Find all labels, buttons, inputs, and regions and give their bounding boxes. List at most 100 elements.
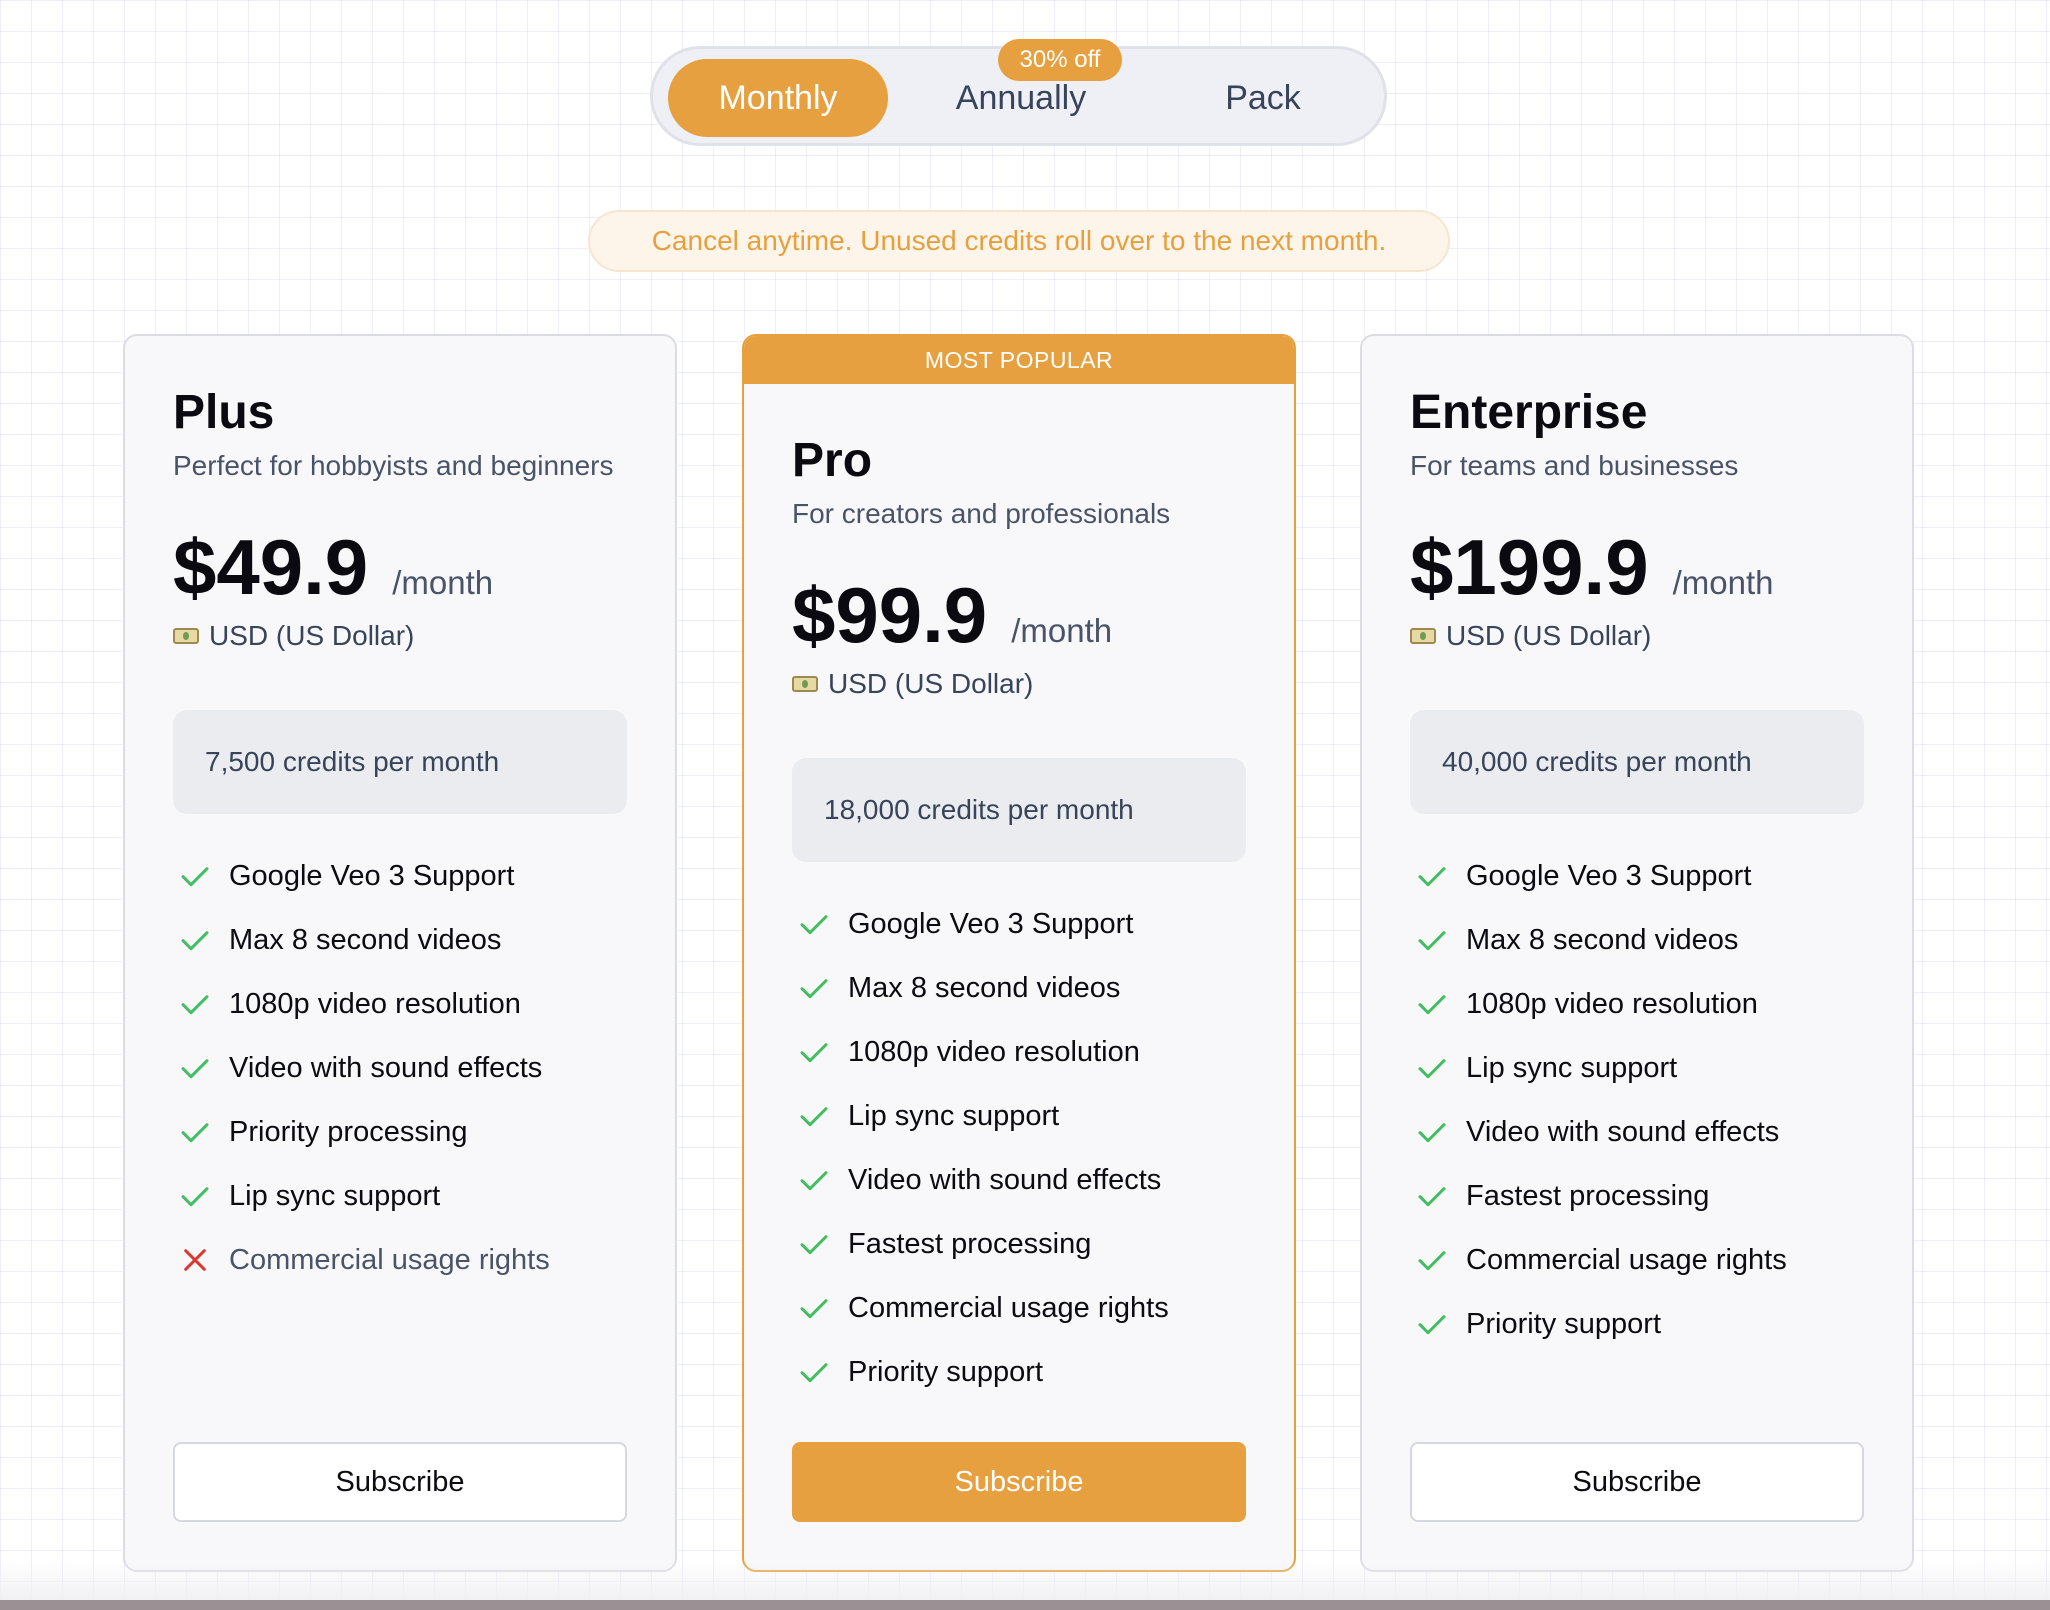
dollar-banknote-icon — [792, 676, 818, 692]
plan-card-body: Enterprise For teams and businesses $199… — [1410, 384, 1864, 1356]
currency-text: USD (US Dollar) — [209, 620, 415, 651]
feature-label: Max 8 second videos — [229, 923, 502, 956]
currency-text: USD (US Dollar) — [1446, 620, 1652, 651]
feature-item: Commercial usage rights — [173, 1228, 627, 1292]
feature-item: Google Veo 3 Support — [173, 844, 627, 908]
plan-name: Plus — [173, 386, 275, 439]
price-row: $199.9 /month — [1410, 524, 1864, 610]
plan-description: For teams and businesses — [1410, 450, 1739, 481]
check-icon — [1418, 1059, 1446, 1079]
most-popular-banner: MOST POPULAR — [744, 336, 1294, 384]
plan-card-body: Plus Perfect for hobbyists and beginners… — [173, 384, 627, 1292]
feature-label: Lip sync support — [229, 1179, 441, 1212]
feature-item: Google Veo 3 Support — [1410, 844, 1864, 908]
feature-label: Max 8 second videos — [848, 971, 1121, 1004]
feature-item: Fastest processing — [792, 1212, 1246, 1276]
check-icon — [800, 1043, 828, 1063]
feature-item: Fastest processing — [1410, 1164, 1864, 1228]
plan-period: /month — [1672, 564, 1774, 601]
subscribe-button-enterprise[interactable]: Subscribe — [1410, 1442, 1864, 1522]
currency-text: USD (US Dollar) — [828, 668, 1034, 699]
feature-label: Max 8 second videos — [1466, 923, 1739, 956]
plan-name: Enterprise — [1410, 386, 1648, 439]
feature-label: Commercial usage rights — [229, 1243, 550, 1276]
feature-label: 1080p video resolution — [848, 1035, 1140, 1068]
feature-label: Commercial usage rights — [848, 1291, 1169, 1324]
feature-list: Google Veo 3 Support Max 8 second videos 1… — [792, 892, 1246, 1404]
check-icon — [800, 915, 828, 935]
feature-label: 1080p video resolution — [229, 987, 521, 1020]
plan-period: /month — [392, 564, 494, 601]
plan-price: $99.9 — [792, 571, 988, 659]
feature-label: 1080p video resolution — [1466, 987, 1758, 1020]
bottom-fade — [0, 1560, 2050, 1600]
feature-label: Fastest processing — [848, 1227, 1092, 1260]
currency-label: USD (US Dollar) — [1410, 620, 1864, 652]
close-icon — [184, 1249, 206, 1271]
price-row: $99.9 /month — [792, 572, 1246, 658]
feature-label: Priority support — [848, 1355, 1044, 1388]
check-icon — [800, 1363, 828, 1383]
toggle-monthly[interactable]: Monthly — [668, 59, 888, 137]
feature-item: Commercial usage rights — [1410, 1228, 1864, 1292]
credits-box: 7,500 credits per month — [173, 710, 627, 814]
feature-item: Max 8 second videos — [1410, 908, 1864, 972]
billing-toggle: Monthly Annually Pack 30% off — [650, 39, 1387, 146]
feature-item: Max 8 second videos — [173, 908, 627, 972]
check-icon — [1418, 931, 1446, 951]
check-icon — [1418, 995, 1446, 1015]
check-icon — [1418, 867, 1446, 887]
plan-period: /month — [1011, 612, 1113, 649]
check-icon — [181, 1059, 209, 1079]
feature-list: Google Veo 3 Support Max 8 second videos 1… — [173, 844, 627, 1292]
feature-label: Google Veo 3 Support — [1466, 859, 1752, 892]
feature-label: Commercial usage rights — [1466, 1243, 1787, 1276]
feature-item: 1080p video resolution — [173, 972, 627, 1036]
check-icon — [1418, 1251, 1446, 1271]
subscribe-button-plus[interactable]: Subscribe — [173, 1442, 627, 1522]
plan-card-plus: Plus Perfect for hobbyists and beginners… — [123, 334, 677, 1572]
price-row: $49.9 /month — [173, 524, 627, 610]
feature-label: Priority processing — [229, 1115, 468, 1148]
toggle-pack[interactable]: Pack — [1153, 59, 1373, 137]
rollover-notice: Cancel anytime. Unused credits roll over… — [588, 210, 1450, 272]
discount-badge: 30% off — [998, 39, 1122, 81]
feature-item: Priority processing — [173, 1100, 627, 1164]
feature-item: Lip sync support — [1410, 1036, 1864, 1100]
feature-list: Google Veo 3 Support Max 8 second videos 1… — [1410, 844, 1864, 1356]
feature-item: Commercial usage rights — [792, 1276, 1246, 1340]
currency-label: USD (US Dollar) — [792, 668, 1246, 700]
dollar-banknote-icon — [1410, 628, 1436, 644]
feature-label: Video with sound effects — [1466, 1115, 1780, 1148]
feature-label: Google Veo 3 Support — [229, 859, 515, 892]
plan-price: $49.9 — [173, 523, 369, 611]
feature-item: Video with sound effects — [173, 1036, 627, 1100]
check-icon — [800, 979, 828, 999]
feature-label: Video with sound effects — [848, 1163, 1162, 1196]
check-icon — [800, 1171, 828, 1191]
plan-description: For creators and professionals — [792, 498, 1171, 529]
subscribe-button-pro[interactable]: Subscribe — [792, 1442, 1246, 1522]
check-icon — [800, 1235, 828, 1255]
feature-label: Video with sound effects — [229, 1051, 543, 1084]
credits-box: 18,000 credits per month — [792, 758, 1246, 862]
feature-item: Video with sound effects — [1410, 1100, 1864, 1164]
plan-price: $199.9 — [1410, 523, 1649, 611]
check-icon — [1418, 1315, 1446, 1335]
check-icon — [800, 1107, 828, 1127]
check-icon — [181, 995, 209, 1015]
plan-card-enterprise: Enterprise For teams and businesses $199… — [1360, 334, 1914, 1572]
feature-item: 1080p video resolution — [792, 1020, 1246, 1084]
dollar-banknote-icon — [173, 628, 199, 644]
check-icon — [1418, 1187, 1446, 1207]
feature-label: Lip sync support — [848, 1099, 1060, 1132]
plan-card-pro: MOST POPULAR Pro For creators and profes… — [742, 334, 1296, 1572]
feature-item: Max 8 second videos — [792, 956, 1246, 1020]
feature-item: Google Veo 3 Support — [792, 892, 1246, 956]
feature-item: Lip sync support — [173, 1164, 627, 1228]
plan-card-body: Pro For creators and professionals $99.9… — [792, 432, 1246, 1404]
check-icon — [800, 1299, 828, 1319]
feature-item: Priority support — [792, 1340, 1246, 1404]
feature-item: 1080p video resolution — [1410, 972, 1864, 1036]
feature-label: Fastest processing — [1466, 1179, 1710, 1212]
